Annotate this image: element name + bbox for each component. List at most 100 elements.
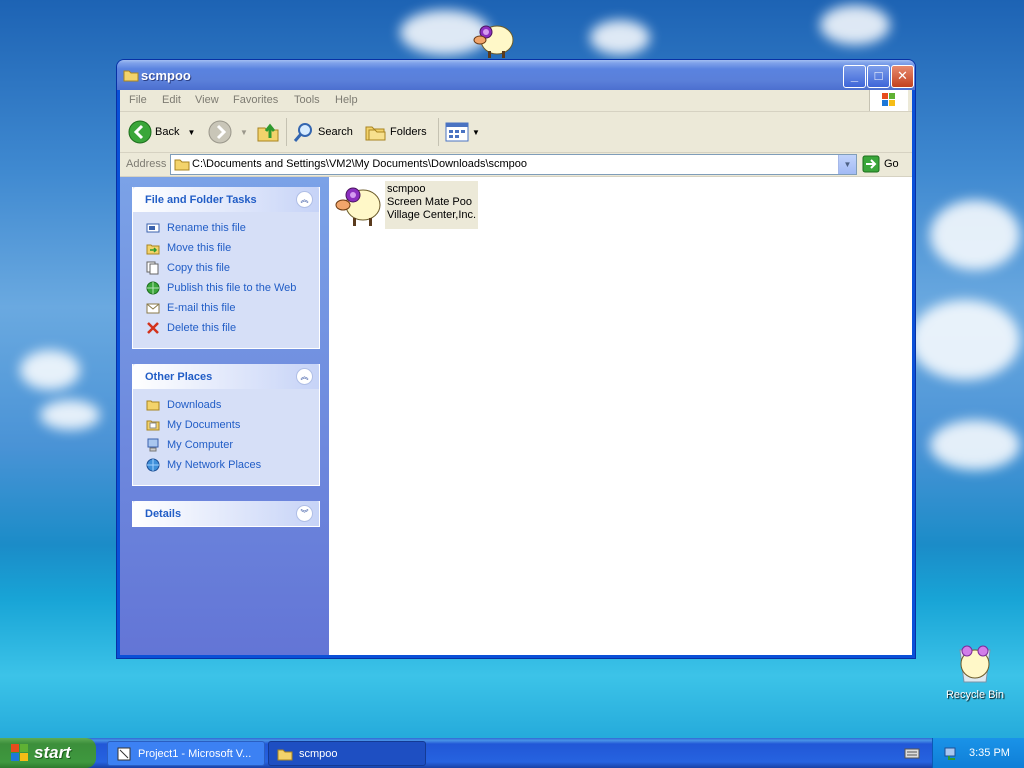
- recycle-bin-label: Recycle Bin: [945, 689, 1005, 701]
- folders-label: Folders: [390, 126, 427, 138]
- email-icon: [146, 303, 160, 314]
- system-tray: 3:35 PM: [932, 738, 1024, 768]
- menu-bar: File Edit View Favorites Tools Help: [120, 90, 912, 112]
- up-folder-button[interactable]: [256, 120, 280, 144]
- go-arrow-icon: [862, 155, 880, 173]
- file-company: Village Center,Inc.: [387, 209, 477, 221]
- go-button[interactable]: Go: [862, 155, 899, 173]
- menu-tools[interactable]: Tools: [294, 94, 320, 106]
- start-label: start: [34, 743, 71, 762]
- computer-icon: [147, 438, 159, 452]
- folders-button[interactable]: Folders: [364, 120, 427, 144]
- collapse-icon[interactable]: ︽: [296, 368, 313, 385]
- cloud: [820, 5, 890, 45]
- address-label: Address: [126, 158, 167, 170]
- cloud: [590, 20, 650, 55]
- views-button[interactable]: ▼: [444, 120, 480, 144]
- folder-icon: [277, 749, 293, 760]
- menu-favorites[interactable]: Favorites: [233, 94, 278, 106]
- file-info: scmpoo Screen Mate Poo Village Center,In…: [385, 181, 479, 229]
- clock[interactable]: 3:35 PM: [969, 747, 1010, 759]
- address-bar: Address C:\Documents and Settings\VM2\My…: [120, 153, 912, 177]
- back-label: Back: [155, 126, 180, 138]
- email-file-link[interactable]: E-mail this file: [133, 298, 319, 318]
- file-item-scmpoo[interactable]: scmpoo Screen Mate Poo Village Center,In…: [333, 181, 479, 229]
- window-title: scmpoo: [141, 68, 191, 83]
- publish-file-link[interactable]: Publish this file to the Web: [133, 278, 319, 298]
- other-places-panel: Other Places ︽ Downloads My Documents My…: [132, 364, 320, 486]
- vb-app-icon: [117, 747, 131, 760]
- place-my-network-places[interactable]: My Network Places: [133, 455, 319, 475]
- cloud: [40, 400, 100, 430]
- panel-header[interactable]: File and Folder Tasks ︽: [133, 187, 319, 212]
- close-button[interactable]: ✕: [891, 65, 914, 88]
- taskbar-item-project1[interactable]: Project1 - Microsoft V...: [107, 741, 265, 766]
- file-folder-tasks-panel: File and Folder Tasks ︽ Rename this file…: [132, 187, 320, 349]
- forward-arrow-icon: [208, 120, 232, 144]
- network-tray-icon[interactable]: [943, 745, 959, 761]
- rename-file-link[interactable]: Rename this file: [133, 218, 319, 238]
- delete-x-icon: [147, 322, 159, 334]
- collapse-icon[interactable]: ︽: [296, 191, 313, 208]
- back-button[interactable]: Back ▼: [128, 120, 195, 144]
- details-panel: Details ︾: [132, 501, 320, 527]
- rename-icon: [146, 223, 160, 233]
- explorer-window: scmpoo _ □ ✕ File Edit View Favorites To…: [117, 60, 915, 658]
- delete-file-link[interactable]: Delete this file: [133, 318, 319, 338]
- copy-icon: [146, 261, 159, 275]
- maximize-button[interactable]: □: [867, 65, 890, 88]
- chevron-down-icon[interactable]: ▼: [187, 128, 195, 137]
- menu-file[interactable]: File: [129, 94, 147, 106]
- menu-view[interactable]: View: [195, 94, 219, 106]
- chevron-down-icon[interactable]: ▼: [472, 128, 480, 137]
- go-label: Go: [884, 158, 899, 170]
- views-icon: [445, 122, 469, 142]
- chevron-down-icon[interactable]: ▼: [838, 155, 856, 174]
- folder-icon: [174, 157, 190, 174]
- place-downloads[interactable]: Downloads: [133, 395, 319, 415]
- chevron-down-icon[interactable]: ▼: [240, 128, 248, 137]
- folder-icon: [123, 68, 139, 85]
- minimize-button[interactable]: _: [843, 65, 866, 88]
- search-icon: [293, 123, 312, 142]
- panel-header[interactable]: Details ︾: [133, 501, 319, 526]
- keyboard-icon[interactable]: [904, 746, 920, 763]
- place-my-documents[interactable]: My Documents: [133, 415, 319, 435]
- windows-logo-icon: [11, 744, 28, 761]
- move-icon: [146, 244, 160, 255]
- menu-edit[interactable]: Edit: [162, 94, 181, 106]
- network-icon: [146, 458, 160, 472]
- file-list[interactable]: scmpoo Screen Mate Poo Village Center,In…: [329, 177, 912, 655]
- toolbar: Back ▼ ▼ Search Folders ▼: [120, 112, 912, 153]
- taskbar-item-scmpoo[interactable]: scmpoo: [268, 741, 426, 766]
- start-button[interactable]: start: [0, 738, 96, 768]
- expand-icon[interactable]: ︾: [296, 505, 313, 522]
- move-file-link[interactable]: Move this file: [133, 238, 319, 258]
- address-path: C:\Documents and Settings\VM2\My Documen…: [192, 158, 528, 170]
- task-pane: File and Folder Tasks ︽ Rename this file…: [120, 177, 329, 655]
- title-bar[interactable]: scmpoo _ □ ✕: [117, 60, 915, 90]
- cloud: [20, 350, 80, 390]
- recycle-bin[interactable]: Recycle Bin: [945, 640, 1005, 701]
- folders-icon: [365, 126, 386, 141]
- forward-button[interactable]: ▼: [208, 120, 248, 144]
- sheep-file-icon: [335, 187, 381, 226]
- back-arrow-icon: [128, 120, 152, 144]
- panel-title: File and Folder Tasks: [145, 194, 257, 206]
- panel-header[interactable]: Other Places ︽: [133, 364, 319, 389]
- my-documents-icon: [146, 420, 160, 431]
- place-my-computer[interactable]: My Computer: [133, 435, 319, 455]
- sheep-icon[interactable]: [472, 20, 516, 63]
- file-description: Screen Mate Poo: [387, 196, 472, 208]
- globe-icon: [146, 281, 160, 295]
- search-button[interactable]: Search: [292, 120, 353, 144]
- panel-title: Details: [145, 508, 182, 520]
- cloud: [910, 300, 1020, 380]
- folder-icon: [146, 400, 160, 411]
- copy-file-link[interactable]: Copy this file: [133, 258, 319, 278]
- address-input[interactable]: C:\Documents and Settings\VM2\My Documen…: [170, 154, 857, 175]
- taskbar: start Project1 - Microsoft V... scmpoo 3…: [0, 738, 1024, 768]
- cloud: [930, 200, 1020, 270]
- menu-help[interactable]: Help: [335, 94, 358, 106]
- toolbar-separator: [286, 118, 287, 146]
